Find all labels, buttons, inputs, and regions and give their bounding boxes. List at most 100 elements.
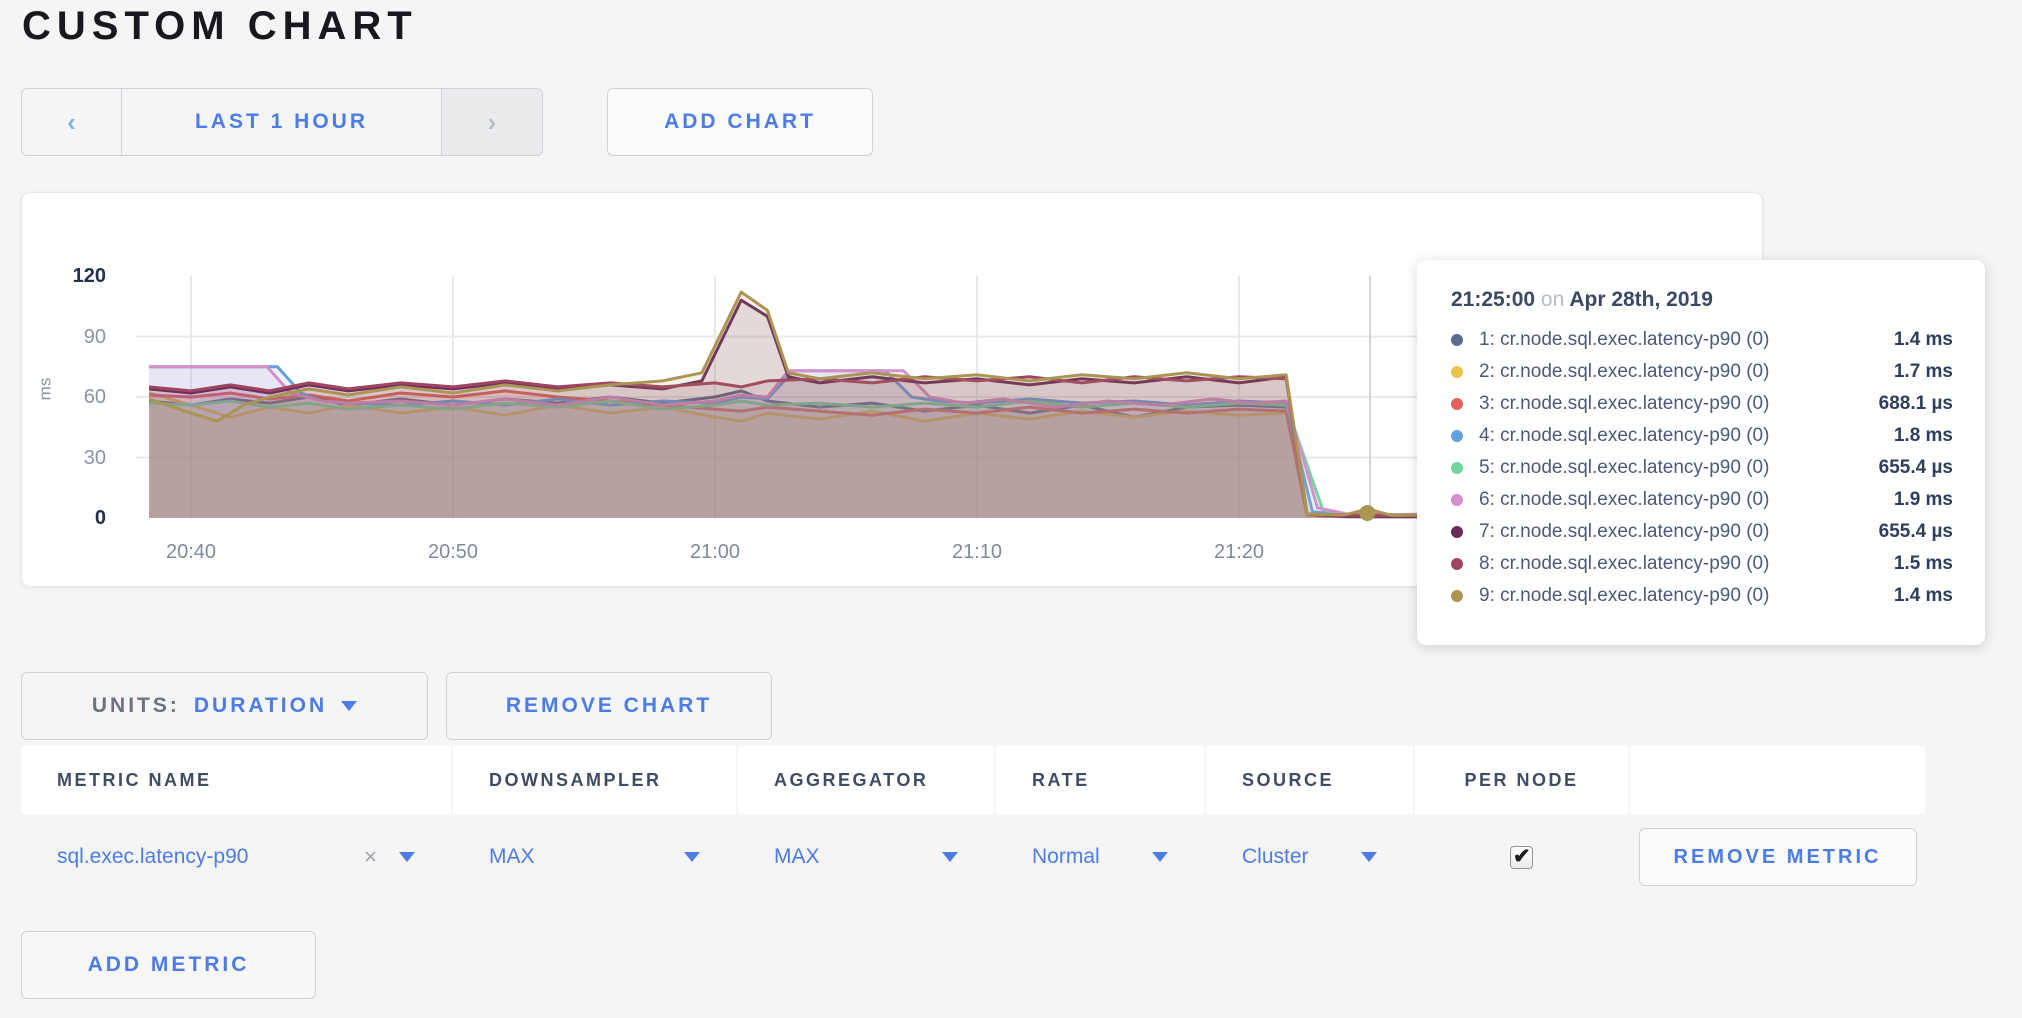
chart-hover-tooltip: 21:25:00 on Apr 28th, 2019 1: cr.node.sq… [1417, 260, 1985, 645]
tooltip-row: 8: cr.node.sql.exec.latency-p90 (0)1.5 m… [1451, 548, 1953, 580]
tooltip-row: 7: cr.node.sql.exec.latency-p90 (0)655.4… [1451, 516, 1953, 548]
caret-down-icon [1361, 852, 1377, 862]
column-header-metric-name: METRIC NAME [21, 746, 451, 814]
series-color-dot-icon [1451, 590, 1463, 602]
tooltip-row-value: 655.4 µs [1879, 521, 1953, 543]
tooltip-row: 1: cr.node.sql.exec.latency-p90 (0)1.4 m… [1451, 324, 1953, 356]
tooltip-row-value: 1.5 ms [1894, 553, 1953, 575]
add-chart-button[interactable]: ADD CHART [607, 88, 873, 156]
tooltip-row-value: 1.4 ms [1894, 585, 1953, 607]
metric-name-cell: sql.exec.latency-p90 × [21, 844, 451, 870]
x-tick-label: 21:00 [690, 541, 740, 564]
series-color-dot-icon [1451, 526, 1463, 538]
tooltip-row-label: 5: cr.node.sql.exec.latency-p90 (0) [1479, 457, 1879, 479]
tooltip-on-word: on [1541, 288, 1564, 311]
tooltip-row-label: 9: cr.node.sql.exec.latency-p90 (0) [1479, 585, 1894, 607]
source-cell: Cluster [1206, 845, 1413, 869]
column-header-actions [1630, 746, 1925, 814]
y-tick-label: 0 [22, 505, 106, 531]
y-tick-label: 120 [22, 263, 106, 289]
column-header-per-node: PER NODE [1415, 746, 1628, 814]
column-header-downsampler: DOWNSAMPLER [453, 746, 736, 814]
series-color-dot-icon [1451, 430, 1463, 442]
y-tick-label: 90 [22, 324, 106, 350]
hover-point [1359, 505, 1375, 521]
downsampler-cell: MAX [453, 845, 736, 869]
caret-down-icon [341, 701, 357, 711]
tooltip-date: Apr 28th, 2019 [1569, 288, 1713, 311]
tooltip-row-label: 3: cr.node.sql.exec.latency-p90 (0) [1479, 393, 1879, 415]
source-dropdown[interactable]: Cluster [1242, 845, 1413, 869]
column-header-rate: RATE [996, 746, 1204, 814]
tooltip-row-label: 2: cr.node.sql.exec.latency-p90 (0) [1479, 361, 1894, 383]
source-value: Cluster [1242, 845, 1309, 869]
tooltip-row-value: 655.4 µs [1879, 457, 1953, 479]
series-color-dot-icon [1451, 366, 1463, 378]
caret-down-icon[interactable] [399, 852, 415, 862]
tooltip-row: 4: cr.node.sql.exec.latency-p90 (0)1.8 m… [1451, 420, 1953, 452]
time-window-selector: ‹ LAST 1 HOUR › [21, 88, 543, 156]
series-color-dot-icon [1451, 462, 1463, 474]
tooltip-row: 2: cr.node.sql.exec.latency-p90 (0)1.7 m… [1451, 356, 1953, 388]
tooltip-row-label: 6: cr.node.sql.exec.latency-p90 (0) [1479, 489, 1894, 511]
downsampler-value: MAX [489, 845, 535, 869]
series-color-dot-icon [1451, 494, 1463, 506]
x-tick-label: 21:20 [1214, 541, 1264, 564]
add-metric-button[interactable]: ADD METRIC [21, 931, 316, 999]
time-window-next-button[interactable]: › [441, 89, 542, 155]
series-color-dot-icon [1451, 558, 1463, 570]
metric-name-dropdown[interactable]: sql.exec.latency-p90 [57, 845, 248, 869]
x-tick-label: 20:40 [166, 541, 216, 564]
y-tick-label: 60 [22, 384, 106, 410]
tooltip-title: 21:25:00 on Apr 28th, 2019 [1451, 288, 1953, 312]
metrics-table: METRIC NAME DOWNSAMPLER AGGREGATOR RATE … [21, 746, 1925, 900]
units-label: UNITS: [92, 694, 180, 718]
tooltip-row-value: 1.8 ms [1894, 425, 1953, 447]
caret-down-icon [942, 852, 958, 862]
metrics-table-header: METRIC NAME DOWNSAMPLER AGGREGATOR RATE … [21, 746, 1925, 814]
series-color-dot-icon [1451, 398, 1463, 410]
aggregator-cell: MAX [738, 845, 994, 869]
aggregator-value: MAX [774, 845, 820, 869]
rate-value: Normal [1032, 845, 1100, 869]
remove-metric-button[interactable]: REMOVE METRIC [1639, 828, 1917, 886]
tooltip-row-value: 688.1 µs [1879, 393, 1953, 415]
time-window-prev-button[interactable]: ‹ [22, 89, 122, 155]
per-node-checkbox[interactable] [1510, 846, 1533, 869]
tooltip-row-value: 1.4 ms [1894, 329, 1953, 351]
custom-chart-page: CUSTOM CHART ‹ LAST 1 HOUR › ADD CHART m… [0, 0, 2022, 1018]
tooltip-row-label: 1: cr.node.sql.exec.latency-p90 (0) [1479, 329, 1894, 351]
per-node-cell [1415, 846, 1628, 869]
series-9-area [149, 292, 1501, 518]
tooltip-row: 6: cr.node.sql.exec.latency-p90 (0)1.9 m… [1451, 484, 1953, 516]
tooltip-row: 9: cr.node.sql.exec.latency-p90 (0)1.4 m… [1451, 580, 1953, 612]
tooltip-row: 3: cr.node.sql.exec.latency-p90 (0)688.1… [1451, 388, 1953, 420]
tooltip-row-label: 4: cr.node.sql.exec.latency-p90 (0) [1479, 425, 1894, 447]
page-title: CUSTOM CHART [22, 4, 418, 49]
column-header-source: SOURCE [1206, 746, 1413, 814]
caret-down-icon [1152, 852, 1168, 862]
tooltip-row-label: 8: cr.node.sql.exec.latency-p90 (0) [1479, 553, 1894, 575]
y-tick-label: 30 [22, 445, 106, 471]
tooltip-row: 5: cr.node.sql.exec.latency-p90 (0)655.4… [1451, 452, 1953, 484]
tooltip-time: 21:25:00 [1451, 288, 1535, 311]
time-window-dropdown[interactable]: LAST 1 HOUR [122, 89, 441, 155]
x-tick-label: 21:10 [952, 541, 1002, 564]
units-dropdown[interactable]: UNITS: DURATION [21, 672, 428, 740]
x-tick-label: 20:50 [428, 541, 478, 564]
aggregator-dropdown[interactable]: MAX [774, 845, 994, 869]
tooltip-row-label: 7: cr.node.sql.exec.latency-p90 (0) [1479, 521, 1879, 543]
tooltip-row-value: 1.7 ms [1894, 361, 1953, 383]
chevron-left-icon: ‹ [67, 109, 76, 135]
metric-row: sql.exec.latency-p90 × MAX MAX Normal [21, 814, 1925, 900]
caret-down-icon [684, 852, 700, 862]
clear-metric-icon[interactable]: × [364, 844, 377, 870]
tooltip-row-value: 1.9 ms [1894, 489, 1953, 511]
downsampler-dropdown[interactable]: MAX [489, 845, 736, 869]
chevron-right-icon: › [488, 109, 497, 135]
rate-cell: Normal [996, 845, 1204, 869]
rate-dropdown[interactable]: Normal [1032, 845, 1204, 869]
remove-chart-button[interactable]: REMOVE CHART [446, 672, 772, 740]
series-color-dot-icon [1451, 334, 1463, 346]
column-header-aggregator: AGGREGATOR [738, 746, 994, 814]
